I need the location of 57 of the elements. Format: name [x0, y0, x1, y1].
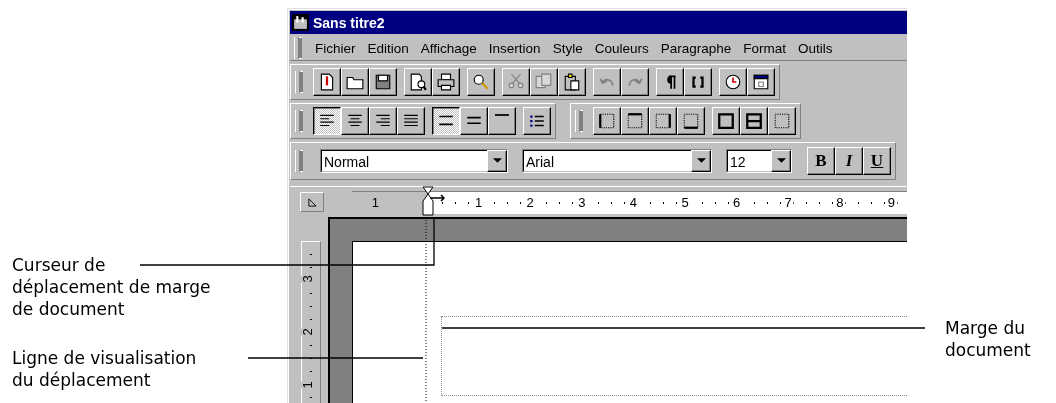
toolbar-grip[interactable]: [295, 110, 300, 132]
dotted-square-icon: [773, 112, 791, 130]
dropdown-button[interactable]: [487, 150, 507, 172]
caret-icon: [696, 158, 706, 164]
calendar-icon: [752, 73, 770, 91]
menu-item[interactable]: Insertion: [482, 40, 547, 56]
border-left-icon: [598, 112, 616, 130]
brackets-icon: [689, 73, 707, 91]
caret-icon: [776, 158, 786, 164]
triangle-icon: [307, 197, 317, 207]
toolbar-grip[interactable]: [575, 110, 580, 132]
menu-item[interactable]: Couleurs: [588, 40, 655, 56]
bold-button[interactable]: B: [807, 147, 835, 175]
font-field[interactable]: Arial: [523, 150, 691, 172]
margin-cursor-icon[interactable]: [422, 185, 448, 216]
scissors-icon: [507, 73, 525, 91]
page-pencil-icon: [318, 73, 336, 91]
border-right-icon: [654, 112, 672, 130]
toolbar-grip[interactable]: [294, 37, 299, 59]
tab-stop-button[interactable]: [300, 192, 324, 212]
window-title: Sans titre2: [313, 14, 385, 31]
style-field[interactable]: Normal: [321, 150, 487, 172]
ruler-number: 3: [300, 275, 315, 283]
dropdown-button[interactable]: [771, 150, 791, 172]
pages-icon: [535, 73, 553, 91]
toolbar-grip[interactable]: [295, 71, 300, 93]
magnifier-icon: [472, 73, 490, 91]
clipboard-icon: [563, 73, 581, 91]
diskette-icon: [374, 73, 392, 91]
ruler-number: 2: [300, 328, 315, 336]
clock-icon: [724, 73, 742, 91]
border-bottom-icon: [682, 112, 700, 130]
menu-item[interactable]: Affichage: [414, 40, 483, 56]
square-icon: [717, 112, 735, 130]
border-top-icon: [626, 112, 644, 130]
callout-text: Marge du document: [945, 317, 1031, 361]
page-magnifier-icon: [409, 73, 427, 91]
menu-item[interactable]: Outils: [792, 40, 839, 56]
underline-button[interactable]: U: [863, 147, 891, 175]
toolbar-grip[interactable]: [295, 150, 300, 172]
toolbar-button[interactable]: [313, 107, 341, 135]
callout-text: Ligne de visualisation du déplacement: [12, 347, 197, 391]
menu-item[interactable]: Edition: [361, 40, 415, 56]
menu-item[interactable]: Format: [737, 40, 792, 56]
bullet-list-icon: [528, 112, 546, 130]
caret-icon: [492, 158, 502, 164]
app-icon: [292, 14, 309, 31]
callout-text: Curseur de déplacement de marge de document: [12, 254, 211, 320]
italic-button[interactable]: I: [835, 147, 863, 175]
printer-icon: [437, 73, 455, 91]
line-icon: [495, 114, 509, 116]
menu-item[interactable]: Paragraphe: [654, 40, 738, 56]
menu-item[interactable]: Fichier: [305, 40, 362, 56]
dropdown-button[interactable]: [691, 150, 711, 172]
menu-item[interactable]: Style: [546, 40, 589, 56]
toolbar-button[interactable]: [432, 107, 460, 135]
ruler-number: 1: [300, 381, 315, 389]
